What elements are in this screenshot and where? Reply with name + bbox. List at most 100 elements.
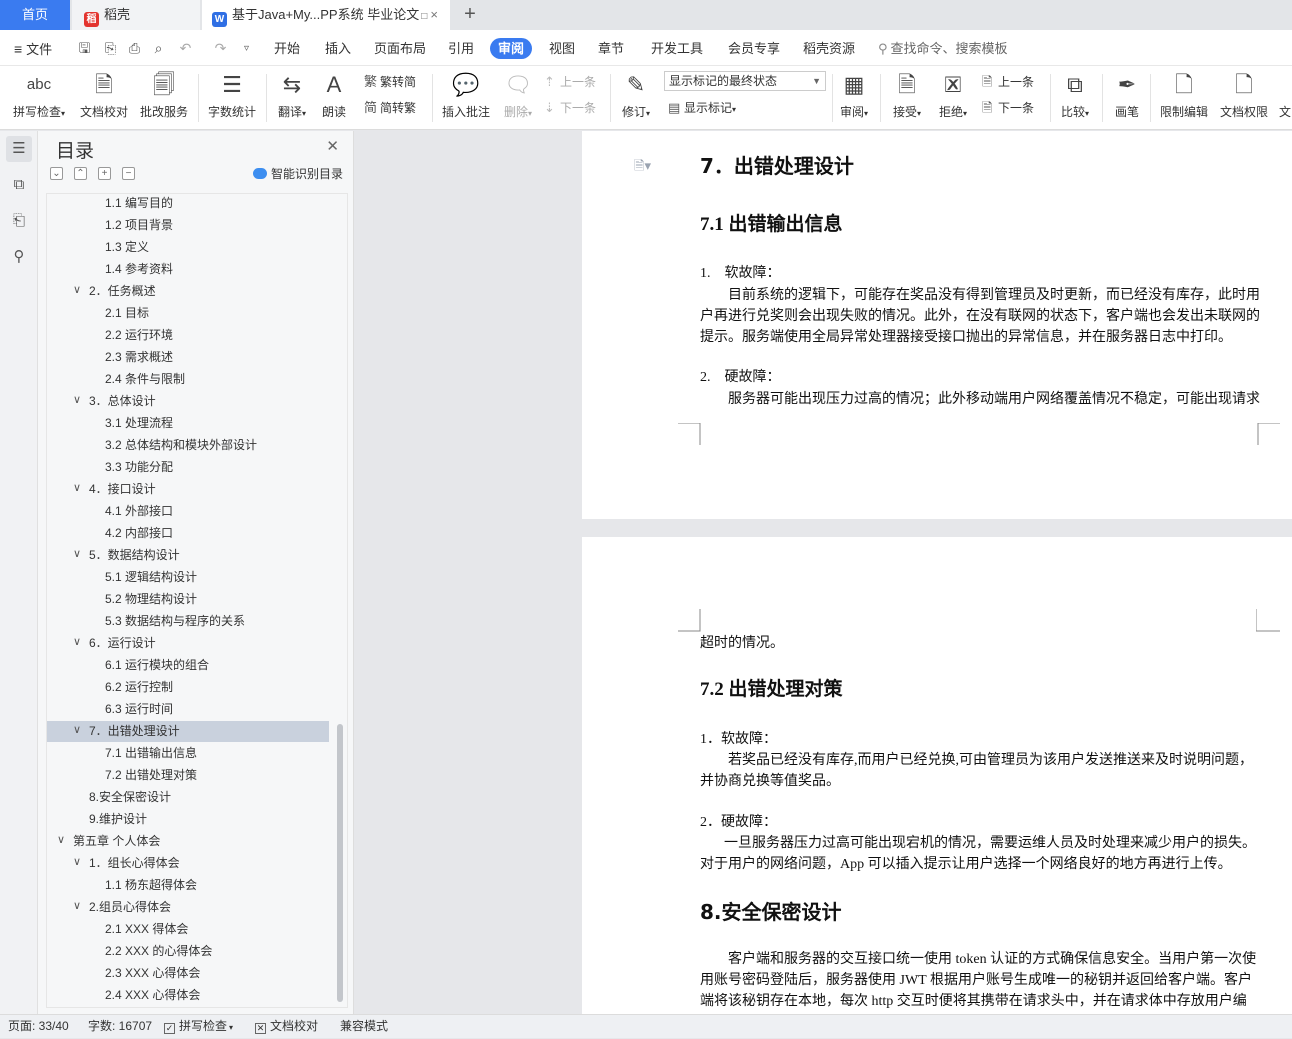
toc-item[interactable]: ∨ 2.组员心得体会 — [47, 897, 329, 918]
toc-item[interactable]: 1.1 编写目的 — [47, 194, 329, 214]
reject-button[interactable]: 🗷 拒绝▾ — [934, 70, 972, 120]
compare-button[interactable]: ⧉ 比较▾ — [1056, 70, 1094, 120]
toc-item[interactable]: ∨ 4．接口设计 — [47, 479, 329, 500]
tab-daoke[interactable]: 稻稻壳 — [72, 0, 200, 30]
toc-item[interactable]: 4.1 外部接口 — [47, 501, 329, 522]
toc-item[interactable]: 8.安全保密设计 — [47, 787, 329, 808]
file-menu[interactable]: ≡ 文件 — [14, 39, 52, 59]
accept-button[interactable]: 🗎 接受▾ — [888, 70, 926, 120]
toc-item[interactable]: 5.3 数据结构与程序的关系 — [47, 611, 329, 632]
redo-icon[interactable]: ↷ — [212, 40, 229, 57]
menu-member[interactable]: 会员专享 — [728, 39, 780, 59]
menu-page-layout[interactable]: 页面布局 — [374, 39, 426, 59]
read-aloud-button[interactable]: A 朗读 — [318, 70, 350, 120]
toc-item[interactable]: ∨ 7．出错处理设计 — [47, 721, 329, 742]
close-icon[interactable]: ✕ — [326, 137, 339, 155]
toc-item[interactable]: 2.1 XXX 得体会 — [47, 919, 329, 940]
toc-item[interactable]: 9.维护设计 — [47, 809, 329, 830]
proofread-status[interactable]: ✕ 文档校对 — [255, 1015, 318, 1038]
pen-button[interactable]: ✒ 画笔 — [1110, 70, 1144, 120]
prev-comment-button[interactable]: ⇡ 上一条 — [544, 73, 596, 91]
chapter-nav-icon[interactable]: ⧉ — [6, 172, 32, 198]
spell-check-button[interactable]: abc 拼写检查▾ — [10, 70, 68, 120]
translate-button[interactable]: ⇆ 翻译▾ — [274, 70, 310, 120]
doc-proofread-button[interactable]: 🗎 文档校对 — [78, 70, 130, 120]
paragraph-menu-icon[interactable]: 🗎▾ — [634, 157, 651, 179]
chevron-down-icon[interactable]: ∨ — [73, 280, 81, 301]
command-search[interactable]: ⚲ 查找命令、搜索模板 — [878, 39, 1008, 59]
remove-heading-icon[interactable]: − — [122, 167, 135, 180]
simp-to-trad-button[interactable]: 简简转繁 — [364, 99, 416, 117]
spell-check-status[interactable]: ✓ 拼写检查 ▾ — [164, 1015, 233, 1039]
doc-permission-button[interactable]: 🗋 文档权限 — [1218, 70, 1270, 120]
chevron-down-icon[interactable]: ∨ — [73, 632, 81, 653]
save-icon[interactable]: 🖫 — [76, 40, 93, 57]
word-count-button[interactable]: ☰ 字数统计 — [206, 70, 258, 120]
menu-reference[interactable]: 引用 — [448, 39, 474, 59]
new-tab-button[interactable]: + — [460, 0, 480, 30]
toc-item[interactable]: 6.2 运行控制 — [47, 677, 329, 698]
menu-chapter[interactable]: 章节 — [598, 39, 624, 59]
toc-item[interactable]: 2.3 需求概述 — [47, 347, 329, 368]
export-pdf-icon[interactable]: ⎘ — [102, 40, 119, 57]
expand-all-icon[interactable]: ⌃ — [74, 167, 87, 180]
page-indicator[interactable]: 页面: 33/40 — [8, 1015, 69, 1038]
cut-off-button[interactable]: 文 — [1278, 70, 1292, 120]
toc-panel-icon[interactable]: ☰ — [6, 136, 32, 162]
toc-item[interactable]: 4.2 内部接口 — [47, 523, 329, 544]
toc-scrollbar[interactable] — [337, 724, 343, 1002]
print-preview-icon[interactable]: ⌕ — [150, 40, 167, 57]
chevron-down-icon[interactable]: ∨ — [73, 852, 81, 873]
toc-item[interactable]: 2.1 目标 — [47, 303, 329, 324]
word-count-status[interactable]: 字数: 16707 — [88, 1015, 152, 1038]
toc-item[interactable]: 2.2 运行环境 — [47, 325, 329, 346]
insert-comment-button[interactable]: 💬 插入批注 — [440, 70, 492, 120]
toc-item[interactable]: 5.1 逻辑结构设计 — [47, 567, 329, 588]
toc-item[interactable]: 7.1 出错输出信息 — [47, 743, 329, 764]
customize-dropdown-icon[interactable]: ▿ — [238, 40, 255, 57]
toc-item[interactable]: ∨ 6．运行设计 — [47, 633, 329, 654]
review-pane-button[interactable]: ▦ 审阅▾ — [836, 70, 872, 120]
toc-item[interactable]: ∨ 3．总体设计 — [47, 391, 329, 412]
search-icon[interactable]: ⚲ — [6, 244, 32, 270]
chevron-down-icon[interactable]: ∨ — [73, 478, 81, 499]
chevron-down-icon[interactable]: ∨ — [73, 896, 81, 917]
next-revision-button[interactable]: 🗎 下一条 — [982, 99, 1034, 117]
add-heading-icon[interactable]: + — [98, 167, 111, 180]
delete-comment-button[interactable]: 🗨 删除▾ — [498, 70, 538, 120]
toc-item[interactable]: 3.1 处理流程 — [47, 413, 329, 434]
menu-review[interactable]: 审阅 — [490, 38, 533, 59]
toc-item[interactable]: 2.2 XXX 的心得体会 — [47, 941, 329, 962]
toc-item[interactable]: 5.2 物理结构设计 — [47, 589, 329, 610]
chevron-down-icon[interactable]: ∨ — [73, 720, 81, 741]
menu-start[interactable]: 开始 — [274, 39, 300, 59]
batch-service-button[interactable]: 🗐 批改服务 — [138, 70, 190, 120]
revise-button[interactable]: ✎ 修订▾ — [616, 70, 656, 120]
chevron-down-icon[interactable]: ∨ — [73, 544, 81, 565]
tab-document[interactable]: W 基于Java+My...PP系统 毕业论文 □ × — [202, 0, 450, 30]
toc-item[interactable]: 1.1 杨东超得体会 — [47, 875, 329, 896]
toc-item[interactable]: ∨ 第五章 个人体会 — [47, 831, 329, 852]
chevron-down-icon[interactable]: ∨ — [73, 390, 81, 411]
toc-item[interactable]: 3.2 总体结构和模块外部设计 — [47, 435, 329, 456]
toc-item[interactable]: 7.2 出错处理对策 — [47, 765, 329, 786]
prev-revision-button[interactable]: 🗎 上一条 — [982, 73, 1034, 91]
tab-home[interactable]: 首页 — [0, 0, 70, 30]
close-tab-icon[interactable]: × — [430, 0, 438, 30]
toc-item[interactable]: 2.3 XXX 心得体会 — [47, 963, 329, 984]
toc-item[interactable]: ∨ 5．数据结构设计 — [47, 545, 329, 566]
smart-toc-button[interactable]: 智能识别目录 — [252, 165, 343, 182]
menu-insert[interactable]: 插入 — [325, 39, 351, 59]
toc-item[interactable]: 6.1 运行模块的组合 — [47, 655, 329, 676]
toc-item[interactable]: ∨ 2．任务概述 — [47, 281, 329, 302]
toc-item[interactable]: 2.4 XXX 心得体会 — [47, 985, 329, 1006]
toc-item[interactable]: 1.3 定义 — [47, 237, 329, 258]
next-comment-button[interactable]: ⇣ 下一条 — [544, 99, 596, 117]
menu-dev-tools[interactable]: 开发工具 — [651, 39, 703, 59]
show-markup-button[interactable]: ▤ 显示标记▾ — [668, 99, 736, 119]
print-icon[interactable]: ⎙ — [126, 40, 143, 57]
menu-daoke-resources[interactable]: 稻壳资源 — [803, 39, 855, 59]
undo-icon[interactable]: ↶ — [177, 40, 194, 57]
toc-item[interactable]: 1.2 项目背景 — [47, 215, 329, 236]
toc-item[interactable]: 3.3 功能分配 — [47, 457, 329, 478]
